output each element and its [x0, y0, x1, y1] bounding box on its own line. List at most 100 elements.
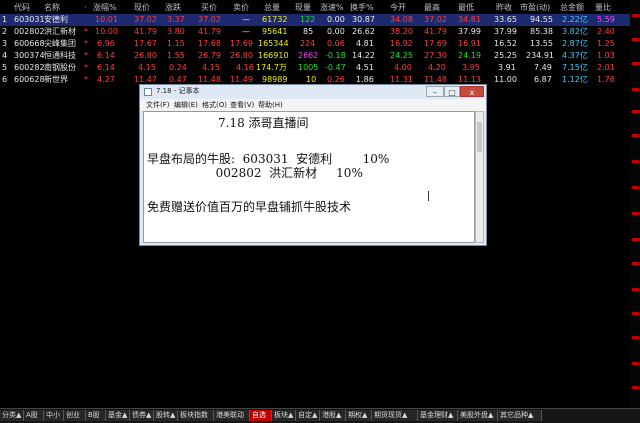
col-header[interactable]: 现量	[295, 2, 311, 14]
strip-marker	[632, 110, 639, 113]
stock-name: 尖峰集团	[44, 39, 76, 48]
table-row[interactable]: 4 300374 恒通科技 * 6.14 26.80 1.55 26.79 26…	[0, 50, 630, 62]
speed: 0.00	[327, 27, 345, 36]
bid: 41.79	[198, 27, 221, 36]
amount: 2.87亿	[562, 39, 588, 48]
change-pct: 4.27	[97, 75, 115, 84]
close-button[interactable]: x	[460, 86, 484, 97]
ask: 4.16	[236, 63, 254, 72]
price: 41.79	[134, 27, 157, 36]
open: 24.25	[390, 51, 413, 60]
pe: 7.49	[534, 63, 552, 72]
tab-funds[interactable]: 基金▲	[106, 410, 130, 421]
prev-close: 16.52	[494, 39, 517, 48]
menu-help[interactable]: 帮助(H)	[258, 99, 283, 111]
tab-other[interactable]: 其它品种▲	[498, 410, 542, 421]
tab-b-shares[interactable]: B股	[86, 410, 106, 421]
col-header[interactable]: 最高	[424, 2, 440, 14]
speed: -0.18	[325, 51, 346, 60]
col-header[interactable]: 涨速%	[320, 2, 344, 14]
strip-marker	[632, 262, 639, 265]
col-header[interactable]: 总量	[264, 2, 280, 14]
col-header[interactable]: 现价	[134, 2, 150, 14]
prev-close: 25.25	[494, 51, 517, 60]
tab-bonds[interactable]: 债券▲	[130, 410, 154, 421]
stock-code: 600628	[14, 75, 45, 84]
tab-custom[interactable]: 自定▲	[296, 410, 320, 421]
tab-hk-us-link[interactable]: 港美联动	[214, 410, 250, 421]
volume: 61732	[262, 15, 288, 24]
col-header[interactable]: 买价	[201, 2, 217, 14]
notepad-window[interactable]: 7.18 - 记事本 – □ x 文件(F) 编辑(E) 格式(O) 查看(V)…	[139, 84, 487, 246]
tab-neeq[interactable]: 股转▲	[154, 410, 178, 421]
ask: —	[242, 15, 250, 24]
strip-marker	[632, 362, 639, 365]
menu-view[interactable]: 查看(V)	[230, 99, 254, 111]
tab-us-foreign[interactable]: 美股外盘▲	[458, 410, 498, 421]
high: 41.79	[424, 27, 447, 36]
tab-chinext[interactable]: 创业	[64, 410, 86, 421]
strip-marker	[632, 386, 639, 389]
stock-name: 安德利	[44, 15, 68, 24]
table-row[interactable]: 3 600668 尖峰集团 * 6.96 17.67 1.15 17.68 17…	[0, 38, 630, 50]
menu-edit[interactable]: 编辑(E)	[174, 99, 198, 111]
right-side-strip	[630, 0, 640, 410]
speed: -0.47	[325, 63, 346, 72]
tab-watchlist[interactable]: 自选	[250, 410, 272, 421]
col-header[interactable]: 涨幅%	[93, 2, 117, 14]
open: 4.00	[394, 63, 412, 72]
col-header[interactable]: 卖价	[233, 2, 249, 14]
minimize-button[interactable]: –	[426, 86, 444, 97]
tab-category[interactable]: 分类▲	[0, 410, 24, 421]
tab-a-shares[interactable]: A股	[24, 410, 44, 421]
col-header[interactable]: 代码	[14, 2, 30, 14]
row-index: 1	[2, 15, 8, 24]
col-header[interactable]: 市盈(动)	[520, 2, 550, 14]
col-header[interactable]: 量比	[595, 2, 611, 14]
notepad-titlebar[interactable]: 7.18 - 记事本 – □ x	[140, 85, 486, 99]
table-row[interactable]: 2 002802 洪汇新材 * 10.00 41.79 3.80 41.79 —…	[0, 26, 630, 38]
scrollbar-thumb[interactable]	[477, 122, 482, 152]
change-pct: 6.14	[97, 51, 115, 60]
table-row[interactable]: 5 600282 南钢股份 * 6.14 4.15 0.24 4.15 4.16…	[0, 62, 630, 74]
prev-close: 37.99	[494, 27, 517, 36]
tab-hk-stocks[interactable]: 港股▲	[320, 410, 346, 421]
notepad-scrollbar[interactable]	[475, 111, 484, 243]
amount: 3.82亿	[562, 27, 588, 36]
volume-ratio: 1.76	[597, 75, 615, 84]
tab-sme[interactable]: 中小	[44, 410, 64, 421]
col-header[interactable]: 名称	[44, 2, 60, 14]
ask: —	[242, 27, 250, 36]
tab-options[interactable]: 期权▲	[346, 410, 372, 421]
menu-format[interactable]: 格式(O)	[202, 99, 227, 111]
strip-marker	[632, 312, 639, 315]
strip-marker	[632, 238, 639, 241]
table-row[interactable]: 1 603031 安德利 10.01 37.02 3.37 37.02 — 61…	[0, 14, 630, 26]
strip-marker	[632, 14, 639, 17]
stock-code: 600282	[14, 63, 45, 72]
tab-futures-spot[interactable]: 期货现货▲	[372, 410, 418, 421]
amount: 4.37亿	[562, 51, 588, 60]
flag: *	[84, 51, 88, 60]
turnover: 30.87	[352, 15, 375, 24]
col-header[interactable]: 今开	[390, 2, 406, 14]
change-pct: 6.96	[97, 39, 115, 48]
change-pct: 10.01	[95, 15, 118, 24]
tab-fund-finance[interactable]: 基金理财▲	[418, 410, 458, 421]
tab-sector-index[interactable]: 板块指数	[178, 410, 214, 421]
prev-close: 3.91	[498, 63, 516, 72]
col-header[interactable]: 换手%	[350, 2, 374, 14]
maximize-button[interactable]: □	[444, 86, 460, 97]
col-header[interactable]: 涨跌	[165, 2, 181, 14]
col-header[interactable]: 总金额	[560, 2, 584, 14]
col-header[interactable]: 昨收	[496, 2, 512, 14]
stock-name: 恒通科技	[44, 51, 76, 60]
turnover: 14.22	[352, 51, 375, 60]
notepad-text-area[interactable]: 7.18 添哥直播间 早盘布局的牛股: 603031 安德利 10% 00280…	[143, 111, 475, 243]
menu-file[interactable]: 文件(F)	[146, 99, 170, 111]
tab-sectors[interactable]: 板块▲	[272, 410, 296, 421]
amount: 2.22亿	[562, 15, 588, 24]
row-index: 4	[2, 51, 8, 60]
amount: 7.15亿	[562, 63, 588, 72]
col-header[interactable]: 最低	[458, 2, 474, 14]
